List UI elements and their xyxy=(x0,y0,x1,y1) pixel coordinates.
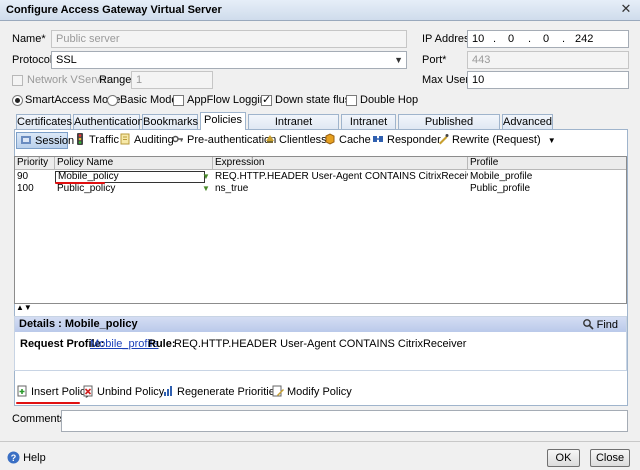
modify-icon xyxy=(272,385,284,397)
tab-intranet-applications[interactable]: Intranet Applications xyxy=(248,114,339,142)
range-field[interactable]: 1 xyxy=(131,71,213,89)
tab-policies[interactable]: Policies xyxy=(200,112,246,130)
double-hop-label: Double Hop xyxy=(360,94,419,106)
protocol-label: Protocol* xyxy=(12,54,57,66)
policy-table: Priority Policy Name Expression Profile … xyxy=(14,156,627,304)
unbind-policy-button[interactable]: Unbind Policy xyxy=(82,385,164,398)
find-button[interactable]: Find xyxy=(582,318,618,331)
red-underline-annotation xyxy=(55,182,105,184)
traffic-button[interactable]: Traffic xyxy=(74,132,119,149)
help-icon: ? xyxy=(7,451,20,464)
max-users-field[interactable]: 10 xyxy=(467,71,629,89)
column-header-expression[interactable]: Expression xyxy=(213,157,468,170)
comments-field[interactable] xyxy=(61,410,628,432)
basic-mode-label: Basic Mode xyxy=(120,94,178,106)
appflow-checkbox[interactable] xyxy=(173,95,184,106)
chevron-down-icon[interactable]: ▼ xyxy=(202,172,210,181)
insert-policy-button[interactable]: Insert Policy xyxy=(16,385,91,398)
traffic-light-icon xyxy=(77,133,83,145)
help-button[interactable]: ? Help xyxy=(7,451,46,464)
window-title: Configure Access Gateway Virtual Server xyxy=(6,4,222,16)
row-profile: Public_profile xyxy=(470,183,531,194)
ip-octet-3: 0 xyxy=(543,33,550,45)
row-expression: ns_true xyxy=(215,183,249,194)
regenerate-icon xyxy=(164,386,172,396)
title-bar: Configure Access Gateway Virtual Server … xyxy=(0,0,640,21)
basic-mode-radio[interactable] xyxy=(107,95,118,106)
responder-icon xyxy=(373,136,383,142)
auditing-button[interactable]: Auditing xyxy=(119,132,174,149)
column-header-profile[interactable]: Profile xyxy=(468,157,626,170)
row-priority: 90 xyxy=(17,171,29,182)
session-button[interactable]: Session xyxy=(16,132,74,149)
policy-action-bar: Insert Policy Unbind Policy Regenerate P… xyxy=(14,382,627,402)
down-state-label: Down state flush xyxy=(275,94,357,106)
collapse-arrows-icon[interactable]: ▲▼ xyxy=(16,303,32,312)
row-profile: Mobile_profile xyxy=(470,171,533,182)
port-field[interactable]: 443 xyxy=(467,51,629,69)
details-header: Details : Mobile_policy Find xyxy=(15,317,626,332)
notepad-icon xyxy=(120,133,130,145)
search-icon xyxy=(582,319,594,330)
red-underline-annotation xyxy=(16,402,80,404)
key-icon xyxy=(172,135,183,143)
close-button[interactable]: Close xyxy=(590,449,630,467)
unbind-icon xyxy=(83,385,93,397)
rewrite-request-button[interactable]: Rewrite (Request) ▼ xyxy=(437,132,556,149)
column-header-policy-name[interactable]: Policy Name xyxy=(55,157,213,170)
protocol-select[interactable]: SSL ▼ xyxy=(51,51,407,69)
port-label: Port* xyxy=(422,54,447,66)
name-field[interactable]: Public server xyxy=(51,30,407,48)
ok-button[interactable]: OK xyxy=(547,449,580,467)
clientless-button[interactable]: Clientless xyxy=(264,132,327,149)
responder-button[interactable]: Responder xyxy=(372,132,441,149)
rewrite-icon xyxy=(439,134,449,145)
chevron-down-icon: ▼ xyxy=(394,55,403,65)
svg-text:?: ? xyxy=(11,453,17,463)
tab-authentication[interactable]: Authentication xyxy=(73,114,144,129)
clientless-icon xyxy=(266,135,274,143)
session-icon xyxy=(21,136,31,144)
regenerate-priorities-button[interactable]: Regenerate Priorities xyxy=(162,385,280,398)
ip-octet-1: 10 xyxy=(472,33,485,45)
close-icon[interactable]: ✕ xyxy=(618,2,634,17)
row-policy-name[interactable]: Public_policy xyxy=(55,183,207,195)
row-expression: REQ.HTTP.HEADER User-Agent CONTAINS Citr… xyxy=(215,171,468,182)
chevron-down-icon[interactable]: ▼ xyxy=(202,184,210,193)
ip-address-field[interactable]: 10 . 0 . 0 . 242 xyxy=(467,30,629,48)
modify-policy-button[interactable]: Modify Policy xyxy=(272,385,352,398)
network-vserver-text: Network VServer xyxy=(27,74,111,86)
pre-authentication-button[interactable]: Pre-authentication xyxy=(172,132,276,149)
name-label: Name* xyxy=(12,33,46,45)
tab-certificates[interactable]: Certificates xyxy=(16,114,72,129)
tab-bookmarks[interactable]: Bookmarks xyxy=(142,114,198,129)
comments-label: Comments xyxy=(12,413,66,425)
rule-label: Rule: xyxy=(148,338,176,350)
insert-icon xyxy=(17,385,27,397)
range-label: Range xyxy=(99,74,132,86)
double-hop-checkbox[interactable] xyxy=(346,95,357,106)
tab-published-applications[interactable]: Published Applications xyxy=(398,114,500,142)
details-title: Details : Mobile_policy xyxy=(19,318,138,330)
footer-divider xyxy=(0,441,640,442)
smartaccess-radio[interactable] xyxy=(12,95,23,106)
row-priority: 100 xyxy=(17,183,34,194)
column-header-priority[interactable]: Priority xyxy=(15,157,55,170)
details-pane: Details : Mobile_policy Find Request Pro… xyxy=(14,316,627,371)
ip-octet-4: 242 xyxy=(575,33,594,45)
chevron-down-icon[interactable]: ▼ xyxy=(548,136,556,145)
protocol-value: SSL xyxy=(56,54,77,66)
tab-intranet-ips[interactable]: Intranet IPs xyxy=(341,114,396,142)
network-vserver-checkbox[interactable] xyxy=(12,75,23,86)
down-state-checkbox[interactable] xyxy=(261,93,272,106)
appflow-label: AppFlow Logging xyxy=(187,94,273,106)
tab-advanced[interactable]: Advanced xyxy=(502,114,553,129)
cache-button[interactable]: Cache xyxy=(324,132,371,149)
cache-icon xyxy=(325,133,335,145)
policy-type-bar: Session Traffic Auditing Pre-authenticat… xyxy=(15,131,627,151)
ip-octet-2: 0 xyxy=(508,33,515,45)
rule-value: REQ.HTTP.HEADER User-Agent CONTAINS Citr… xyxy=(174,338,467,350)
splitter[interactable]: ▲▼ xyxy=(14,303,627,314)
